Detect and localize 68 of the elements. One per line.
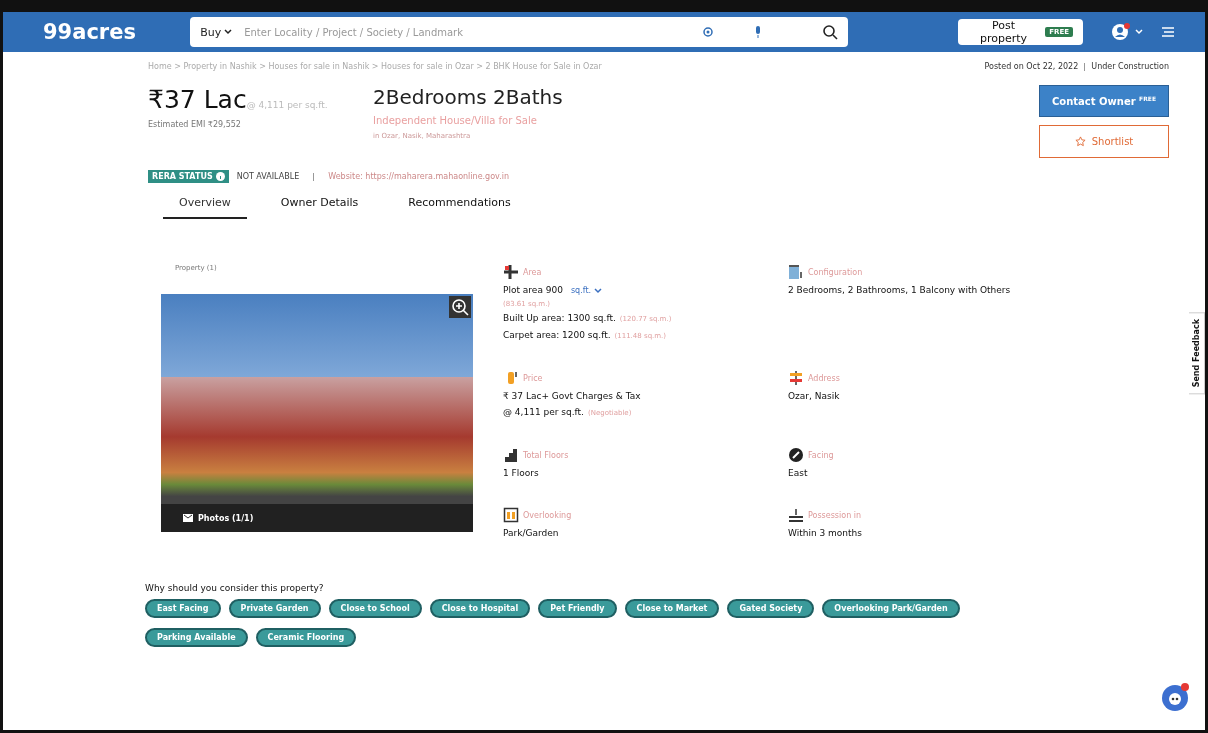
caret-icon <box>594 287 603 294</box>
caret-icon <box>224 29 233 35</box>
construction-status: Under Construction <box>1091 62 1169 71</box>
detail-value: Carpet area: 1200 sq.ft. <box>503 330 611 340</box>
shortlist-button[interactable]: Shortlist <box>1039 125 1169 158</box>
detail-label: Price <box>523 373 543 383</box>
photos-button[interactable]: Photos (1/1) <box>161 504 473 532</box>
site-logo[interactable]: 99acres <box>43 20 191 44</box>
detail-value: East <box>788 468 808 478</box>
compass-icon <box>788 447 804 463</box>
posted-date: Posted on Oct 22, 2022 <box>984 62 1079 71</box>
price-amount: ₹37 Lac <box>148 85 247 114</box>
window-icon <box>503 507 519 523</box>
detail-label: Address <box>808 373 840 383</box>
feature-tag: Overlooking Park/Garden <box>822 599 960 618</box>
unit-dropdown[interactable]: sq.ft. <box>570 286 603 295</box>
section-tab[interactable]: Owner Details <box>264 191 375 219</box>
plot-area-icon <box>503 264 519 280</box>
feature-tag: Ceramic Flooring <box>255 628 357 647</box>
listing-title: 2Bedrooms 2Baths <box>373 85 563 109</box>
microphone-icon[interactable] <box>753 26 762 38</box>
feedback-tab[interactable]: Send Feedback <box>1189 312 1205 395</box>
chatbot-icon[interactable] <box>1160 682 1190 712</box>
feature-tag: Pet Friendly <box>538 599 617 618</box>
detail-value: ₹ 37 Lac+ Govt Charges & Tax <box>503 391 641 401</box>
envelope-icon <box>183 514 193 522</box>
feature-tag: Close to Hospital <box>429 599 531 618</box>
detail-label: Overlooking <box>523 510 572 520</box>
detail-value: Ozar, Nasik <box>788 391 840 401</box>
feature-tag: Close to School <box>328 599 422 618</box>
detail-value: @ 4,111 per sq.ft. <box>503 407 584 417</box>
detail-label: Possession in <box>808 510 862 520</box>
property-type: Independent House/Villa for Sale <box>373 115 538 126</box>
feature-tag: Gated Society <box>727 599 815 618</box>
detail-value: 1 Floors <box>503 468 539 478</box>
feature-tag: Private Garden <box>228 599 321 618</box>
caret-icon[interactable] <box>1135 29 1143 35</box>
detail-label: Area <box>523 267 542 277</box>
category-dropdown[interactable]: Buy <box>200 25 233 39</box>
rera-status-value: NOT AVAILABLE <box>236 172 300 181</box>
detail-value: Park/Garden <box>503 528 559 538</box>
star-icon <box>1074 136 1086 147</box>
emi-estimate: Estimated EMI ₹29,552 <box>148 120 242 129</box>
detail-label: Facing <box>808 450 834 460</box>
menu-icon[interactable] <box>1161 26 1175 38</box>
feature-tag: East Facing <box>145 599 221 618</box>
section-tab[interactable]: Overview <box>163 191 247 219</box>
detail-value: Plot area 900 <box>503 285 563 295</box>
detail-value: Built Up area: 1300 sq.ft. <box>503 313 616 323</box>
price-per-sqft: @ 4,111 per sq.ft. <box>246 100 328 110</box>
section-tab[interactable]: Recommendations <box>392 191 527 219</box>
stairs-icon <box>503 447 519 463</box>
search-icon[interactable] <box>821 24 838 40</box>
detail-label: Total Floors <box>523 450 569 460</box>
building-icon <box>788 264 804 280</box>
detail-label: Configuration <box>808 267 863 277</box>
rera-status-badge: RERA STATUS <box>148 170 229 183</box>
detail-value: Within 3 months <box>788 528 862 538</box>
location-target-icon[interactable] <box>701 26 714 38</box>
detail-value: 2 Bedrooms, 2 Bathrooms, 1 Balcony with Others <box>788 285 1011 295</box>
contact-owner-button[interactable]: Contact Owner $^{FREE}$ <box>1039 85 1169 117</box>
section-heading: Why should you consider this property? <box>145 583 325 593</box>
user-account-icon[interactable] <box>1111 23 1133 41</box>
zoom-icon[interactable] <box>449 296 471 318</box>
signpost-icon <box>788 370 804 386</box>
feature-tag: Close to Market <box>624 599 720 618</box>
search-bar[interactable]: Buy Enter Locality / Project / Society / Landmark <box>190 17 848 47</box>
feature-tag: Parking Available <box>145 628 248 647</box>
